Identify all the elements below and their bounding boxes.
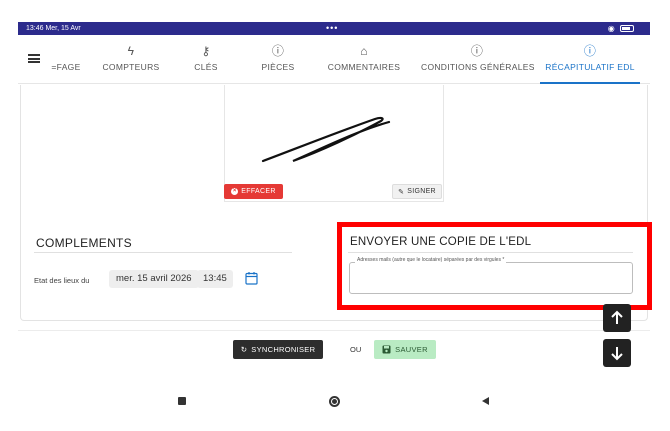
bolt-icon: ϟ <box>127 44 135 58</box>
key-icon: ⚷ <box>201 44 211 58</box>
status-bar: 13:46 Mer, 15 Avr ••• ◉ <box>18 22 650 35</box>
scroll-down-button[interactable] <box>603 339 631 367</box>
tab-conditions-generales[interactable]: ⓘ CONDITIONS GÉNÉRALES <box>421 35 534 83</box>
edl-date-label: Etat des lieux du <box>34 276 90 285</box>
signature-stroke <box>261 116 391 163</box>
calendar-icon[interactable] <box>245 271 258 285</box>
info-icon: ⓘ <box>470 44 484 58</box>
info-icon: ⓘ <box>271 44 285 58</box>
save-button[interactable]: SAUVER <box>374 340 436 359</box>
tab-bar: =FAGE ϟ COMPTEURS ⚷ CLÉS ⓘ PIÈCES ⌂ COMM… <box>18 35 650 84</box>
arrow-down-icon <box>611 347 623 361</box>
tab-compteurs[interactable]: ϟ COMPTEURS <box>100 35 162 83</box>
sync-icon: ↻ <box>240 345 248 354</box>
system-icons: ◉ <box>608 24 634 33</box>
wifi-icon: ◉ <box>607 24 615 33</box>
home-button[interactable] <box>329 396 340 407</box>
floppy-disk-icon <box>382 345 391 354</box>
divider <box>34 252 292 253</box>
tab-cles[interactable]: ⚷ CLÉS <box>188 35 224 83</box>
status-dots: ••• <box>326 23 339 33</box>
tab-recapitulatif-edl[interactable]: ⓘ RÉCAPITULATIF EDL <box>540 35 640 84</box>
complements-title: COMPLEMENTS <box>36 236 132 250</box>
sign-button[interactable]: ✎ SIGNER <box>392 184 442 199</box>
battery-icon <box>620 25 634 33</box>
scroll-up-button[interactable] <box>603 304 631 332</box>
tablet-screen: 13:46 Mer, 15 Avr ••• ◉ =FAGE ϟ COMPTEUR… <box>0 0 670 431</box>
home-icon: ⌂ <box>360 44 368 58</box>
synchronize-button[interactable]: ↻ SYNCHRONISER <box>233 340 323 359</box>
status-time: 13:46 Mer, 15 Avr <box>26 25 81 32</box>
edl-time-field[interactable]: 13:45 <box>197 270 233 288</box>
recent-apps-button[interactable] <box>178 397 186 405</box>
info-icon: ⓘ <box>583 44 597 58</box>
edl-date-field[interactable]: mer. 15 avril 2026 <box>109 270 199 288</box>
highlight-box <box>337 222 652 310</box>
tab-commentaires[interactable]: ⌂ COMMENTAIRES <box>326 35 402 83</box>
tab-fage[interactable]: =FAGE <box>46 35 86 83</box>
hamburger-menu-icon[interactable] <box>28 54 40 63</box>
erase-signature-button[interactable]: × EFFACER <box>224 184 283 199</box>
edit-icon: ✎ <box>398 188 405 196</box>
close-circle-icon: × <box>231 188 239 195</box>
action-bar <box>18 330 650 386</box>
tab-pieces[interactable]: ⓘ PIÈCES <box>256 35 300 83</box>
arrow-up-icon <box>611 310 623 324</box>
back-button[interactable] <box>482 397 489 405</box>
or-separator: OU <box>350 345 362 354</box>
